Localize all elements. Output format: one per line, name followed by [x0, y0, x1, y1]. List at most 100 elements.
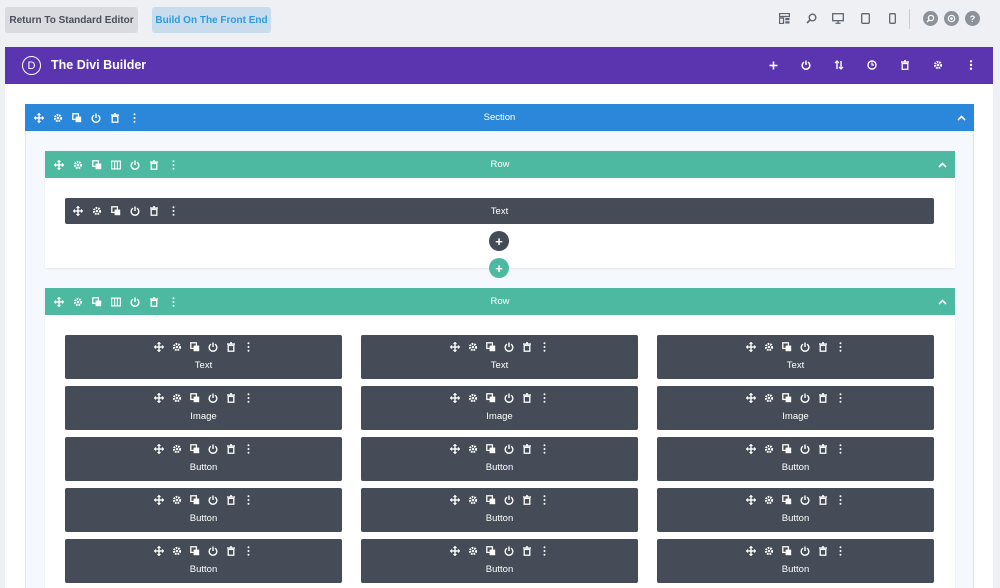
- module-button[interactable]: Button: [65, 437, 342, 481]
- section[interactable]: Section Row Text + + Row Text Image Butt…: [25, 104, 974, 588]
- more-icon[interactable]: [836, 444, 846, 454]
- chevron-up-icon[interactable]: [937, 160, 947, 170]
- move-icon[interactable]: [745, 495, 756, 505]
- duplicate-icon[interactable]: [485, 546, 496, 556]
- tablet-icon[interactable]: [858, 11, 872, 25]
- gear-icon[interactable]: [172, 495, 182, 505]
- module-button[interactable]: Button: [361, 488, 638, 532]
- settings-icon[interactable]: [944, 11, 959, 26]
- more-icon[interactable]: [540, 546, 550, 556]
- history-icon[interactable]: [866, 58, 878, 72]
- trash-icon[interactable]: [522, 393, 532, 403]
- duplicate-icon[interactable]: [485, 444, 496, 454]
- build-on-front-end-button[interactable]: Build On The Front End: [152, 7, 271, 33]
- duplicate-icon[interactable]: [485, 342, 496, 352]
- move-icon[interactable]: [449, 444, 460, 454]
- move-icon[interactable]: [745, 444, 756, 454]
- power-icon[interactable]: [208, 495, 218, 505]
- trash-icon[interactable]: [818, 444, 828, 454]
- module-image[interactable]: Image: [65, 386, 342, 430]
- trash-icon[interactable]: [522, 495, 532, 505]
- help-icon[interactable]: ?: [965, 11, 980, 26]
- module-button[interactable]: Button: [657, 488, 934, 532]
- gear-icon[interactable]: [468, 444, 478, 454]
- gear-icon[interactable]: [468, 546, 478, 556]
- more-icon[interactable]: [244, 546, 254, 556]
- add-module-button[interactable]: +: [489, 231, 509, 251]
- power-icon[interactable]: [504, 342, 514, 352]
- module-button[interactable]: Button: [657, 539, 934, 583]
- gear-icon[interactable]: [172, 546, 182, 556]
- gear-icon[interactable]: [764, 393, 774, 403]
- trash-icon[interactable]: [818, 393, 828, 403]
- desktop-icon[interactable]: [831, 11, 845, 25]
- trash-icon[interactable]: [226, 546, 236, 556]
- move-icon[interactable]: [153, 444, 164, 454]
- gear-icon[interactable]: [764, 444, 774, 454]
- duplicate-icon[interactable]: [189, 342, 200, 352]
- module-button[interactable]: Button: [657, 437, 934, 481]
- row[interactable]: Row Text Image Button Button Button Text Image…: [45, 288, 955, 588]
- row-header-bar[interactable]: Row: [45, 288, 955, 315]
- power-icon[interactable]: [504, 393, 514, 403]
- power-icon[interactable]: [800, 342, 810, 352]
- module-button[interactable]: Button: [65, 488, 342, 532]
- module-button[interactable]: Button: [65, 539, 342, 583]
- duplicate-icon[interactable]: [485, 393, 496, 403]
- trash-icon[interactable]: [522, 342, 532, 352]
- section-header-bar[interactable]: Section: [25, 104, 974, 131]
- module-text[interactable]: Text: [65, 198, 934, 224]
- move-icon[interactable]: [153, 393, 164, 403]
- duplicate-icon[interactable]: [781, 342, 792, 352]
- more-icon[interactable]: [836, 342, 846, 352]
- more-icon[interactable]: [836, 393, 846, 403]
- duplicate-icon[interactable]: [781, 546, 792, 556]
- chevron-up-icon[interactable]: [937, 297, 947, 307]
- power-icon[interactable]: [504, 495, 514, 505]
- duplicate-icon[interactable]: [485, 495, 496, 505]
- move-icon[interactable]: [449, 393, 460, 403]
- duplicate-icon[interactable]: [189, 393, 200, 403]
- module-image[interactable]: Image: [361, 386, 638, 430]
- gear-icon[interactable]: [468, 342, 478, 352]
- gear-icon[interactable]: [172, 342, 182, 352]
- zoom-icon[interactable]: [804, 11, 818, 25]
- add-icon[interactable]: [767, 58, 779, 72]
- row[interactable]: Row Text + +: [45, 151, 955, 278]
- gear-icon[interactable]: [764, 546, 774, 556]
- gear-icon[interactable]: [172, 444, 182, 454]
- move-icon[interactable]: [745, 393, 756, 403]
- power-icon[interactable]: [208, 393, 218, 403]
- layout-icon[interactable]: [777, 11, 791, 25]
- gear-icon[interactable]: [468, 393, 478, 403]
- gear-icon[interactable]: [764, 495, 774, 505]
- move-icon[interactable]: [745, 342, 756, 352]
- more-icon[interactable]: [244, 393, 254, 403]
- module-text[interactable]: Text: [657, 335, 934, 379]
- more-icon[interactable]: [965, 58, 977, 72]
- move-icon[interactable]: [745, 546, 756, 556]
- power-icon[interactable]: [504, 444, 514, 454]
- move-icon[interactable]: [153, 495, 164, 505]
- trash-icon[interactable]: [226, 444, 236, 454]
- gear-icon[interactable]: [764, 342, 774, 352]
- gear-icon[interactable]: [932, 58, 944, 72]
- power-icon[interactable]: [800, 58, 812, 72]
- power-icon[interactable]: [208, 546, 218, 556]
- duplicate-icon[interactable]: [781, 444, 792, 454]
- trash-icon[interactable]: [226, 342, 236, 352]
- trash-icon[interactable]: [818, 495, 828, 505]
- gear-icon[interactable]: [172, 393, 182, 403]
- more-icon[interactable]: [540, 393, 550, 403]
- more-icon[interactable]: [540, 495, 550, 505]
- move-icon[interactable]: [449, 342, 460, 352]
- search-icon[interactable]: [923, 11, 938, 26]
- more-icon[interactable]: [244, 495, 254, 505]
- more-icon[interactable]: [244, 444, 254, 454]
- power-icon[interactable]: [800, 393, 810, 403]
- module-text[interactable]: Text: [361, 335, 638, 379]
- trash-icon[interactable]: [818, 342, 828, 352]
- move-icon[interactable]: [153, 342, 164, 352]
- row-header-bar[interactable]: Row: [45, 151, 955, 178]
- power-icon[interactable]: [800, 546, 810, 556]
